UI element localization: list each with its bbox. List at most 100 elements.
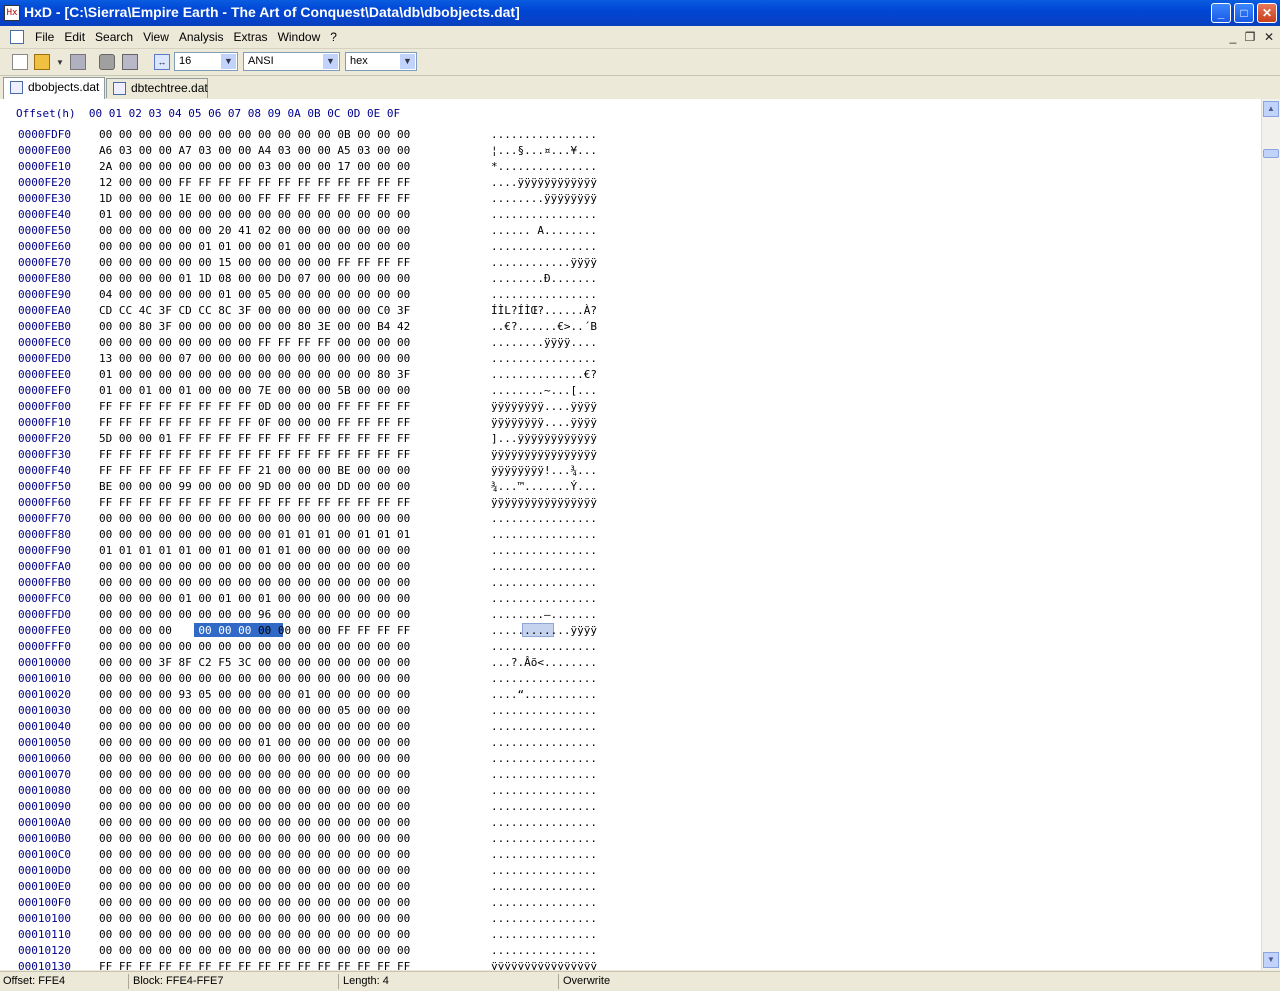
scroll-up-icon[interactable]: ▲	[1263, 101, 1279, 117]
row-ascii[interactable]: ................	[491, 864, 597, 877]
row-ascii[interactable]: ........~...[...	[491, 384, 597, 397]
save-icon[interactable]	[70, 54, 86, 70]
row-ascii[interactable]: ................	[491, 640, 597, 653]
row-hex-bytes[interactable]: FF FF FF FF FF FF FF FF 0D 00 00 00 FF F…	[99, 400, 410, 413]
row-ascii[interactable]: ]...ÿÿÿÿÿÿÿÿÿÿÿÿ	[491, 432, 597, 445]
disk-save-icon[interactable]	[122, 54, 138, 70]
row-ascii[interactable]: ..€?......€>..´B	[491, 320, 597, 333]
row-ascii[interactable]: ................	[491, 752, 597, 765]
row-ascii[interactable]: ÿÿÿÿÿÿÿÿÿÿÿÿÿÿÿÿ	[491, 448, 597, 461]
row-hex-bytes[interactable]: 00 00 00 00 00 00 00 00 00 00 00 00 00 0…	[99, 896, 410, 909]
bytes-per-row-select[interactable]: 16 ▼	[174, 52, 238, 71]
row-hex-bytes[interactable]: 01 01 01 01 01 00 01 00 01 01 00 00 00 0…	[99, 544, 410, 557]
row-ascii[interactable]: ........Ð.......	[491, 272, 597, 285]
row-hex-bytes[interactable]: FF FF FF FF FF FF FF FF FF FF FF FF FF F…	[99, 960, 410, 970]
row-hex-bytes[interactable]: A6 03 00 00 A7 03 00 00 A4 03 00 00 A5 0…	[99, 144, 410, 157]
row-ascii[interactable]: ................	[491, 784, 597, 797]
charset-select[interactable]: ANSI ▼	[243, 52, 340, 71]
row-ascii[interactable]: ................	[491, 576, 597, 589]
hxd-app-icon[interactable]: Hx	[4, 5, 20, 21]
row-ascii[interactable]: ...?.Âõ<........	[491, 656, 597, 669]
row-hex-bytes[interactable]: 00 00 00 00 00 00 00 00 00 00 00 00 00 0…	[99, 512, 410, 525]
row-ascii[interactable]: ........–.......	[491, 608, 597, 621]
row-ascii[interactable]: ................	[491, 528, 597, 541]
row-hex-bytes[interactable]: 00 00 00 00 00 00 00 00 00 01 01 01 00 0…	[99, 528, 410, 541]
row-ascii[interactable]: ............ÿÿÿÿ	[491, 256, 597, 269]
row-ascii[interactable]: ................	[491, 912, 597, 925]
row-ascii[interactable]: ................	[491, 800, 597, 813]
row-hex-bytes[interactable]: 00 00 00 00 00 00 00 00 00 00 00 00 00 0…	[99, 752, 410, 765]
chevron-down-icon[interactable]: ▼	[400, 54, 415, 69]
minimize-button[interactable]: _	[1211, 3, 1231, 23]
row-ascii[interactable]: ................	[491, 592, 597, 605]
row-hex-bytes[interactable]: 00 00 00 00 00 00 00 00 00 00 00 00 00 0…	[99, 944, 410, 957]
chevron-down-icon[interactable]: ▼	[56, 58, 64, 67]
row-ascii[interactable]: ÿÿÿÿÿÿÿÿ....ÿÿÿÿ	[491, 400, 597, 413]
row-hex-bytes[interactable]: 00 00 00 00 00 00 15 00 00 00 00 00 FF F…	[99, 256, 410, 269]
menu-item-file[interactable]: File	[30, 30, 59, 44]
open-file-icon[interactable]	[34, 54, 50, 70]
selected-bytes[interactable]: 00 00 00 00	[178, 624, 251, 637]
row-hex-bytes[interactable]: 00 00 00 00 00 00 00 00 96 00 00 00 00 0…	[99, 608, 410, 621]
row-hex-bytes[interactable]: 00 00 00 00 00 00 00 00 00 00 00 00 0B 0…	[99, 128, 410, 141]
row-ascii[interactable]: ........ÿÿÿÿÿÿÿÿ	[491, 192, 597, 205]
mdi-restore-button[interactable]: ❐	[1243, 30, 1257, 44]
row-hex-bytes[interactable]: 00 00 00 00 00 00 00 00 00 00 00 00 00 0…	[99, 768, 410, 781]
chevron-down-icon[interactable]: ▼	[221, 54, 236, 69]
row-hex-bytes[interactable]: 00 00 00 00 00 00 00 00 00 00 00 00 00 0…	[99, 576, 410, 589]
row-ascii[interactable]: ÿÿÿÿÿÿÿÿ....ÿÿÿÿ	[491, 416, 597, 429]
row-ascii[interactable]: ................	[491, 240, 597, 253]
row-hex-bytes[interactable]: 13 00 00 00 07 00 00 00 00 00 00 00 00 0…	[99, 352, 410, 365]
row-hex-bytes[interactable]: 04 00 00 00 00 00 01 00 05 00 00 00 00 0…	[99, 288, 410, 301]
row-hex-bytes[interactable]: 01 00 01 00 01 00 00 00 7E 00 00 00 5B 0…	[99, 384, 410, 397]
row-hex-bytes[interactable]: 00 00 00 00 00 00 00 00 00 00 00 00 00 0…	[99, 784, 410, 797]
row-hex-bytes[interactable]: 00 00 00 00 00 00 00 00 00 00 00 00 00 0…	[99, 672, 410, 685]
tab-dbobjects[interactable]: dbobjects.dat	[3, 77, 105, 99]
mdi-minimize-button[interactable]: _	[1226, 30, 1240, 44]
row-hex-bytes[interactable]: FF FF FF FF FF FF FF FF FF FF FF FF FF F…	[99, 496, 410, 509]
row-hex-bytes[interactable]: CD CC 4C 3F CD CC 8C 3F 00 00 00 00 00 0…	[99, 304, 410, 317]
row-hex-bytes[interactable]: FF FF FF FF FF FF FF FF 0F 00 00 00 FF F…	[99, 416, 410, 429]
row-hex-bytes[interactable]: 01 00 00 00 00 00 00 00 00 00 00 00 00 0…	[99, 208, 410, 221]
menu-item-search[interactable]: Search	[90, 30, 138, 44]
row-ascii[interactable]: ................	[491, 832, 597, 845]
mdi-close-button[interactable]: ✕	[1262, 30, 1276, 44]
row-ascii[interactable]: ................	[491, 544, 597, 557]
row-hex-bytes[interactable]: 00 00 00 00 00 00 00 00 01 00 00 00 00 0…	[99, 736, 410, 749]
disk-icon[interactable]	[99, 54, 115, 70]
row-ascii[interactable]: ................	[491, 208, 597, 221]
columns-icon[interactable]: ↔	[154, 54, 170, 70]
row-hex-bytes[interactable]: 00 00 00 00 00 00 00 00 00 00 00 00 00 0…	[99, 912, 410, 925]
row-hex-bytes[interactable]: FF FF FF FF FF FF FF FF FF FF FF FF FF F…	[99, 448, 410, 461]
row-ascii[interactable]: ................	[491, 352, 597, 365]
row-ascii[interactable]: ................	[491, 736, 597, 749]
row-ascii[interactable]: ................	[491, 720, 597, 733]
row-hex-bytes[interactable]: 5D 00 00 01 FF FF FF FF FF FF FF FF FF F…	[99, 432, 410, 445]
row-ascii[interactable]: ...... A........	[491, 224, 597, 237]
row-hex-bytes[interactable]: 12 00 00 00 FF FF FF FF FF FF FF FF FF F…	[99, 176, 410, 189]
row-hex-bytes[interactable]: 00 00 80 3F 00 00 00 00 00 00 80 3E 00 0…	[99, 320, 410, 333]
row-hex-bytes[interactable]: BE 00 00 00 99 00 00 00 9D 00 00 00 DD 0…	[99, 480, 410, 493]
row-hex-bytes[interactable]: 00 00 00 00 00 00 00 00 00 00 00 00 00 0…	[99, 800, 410, 813]
row-hex-bytes[interactable]: 01 00 00 00 00 00 00 00 00 00 00 00 00 0…	[99, 368, 410, 381]
row-ascii[interactable]: ........ÿÿÿÿ....	[491, 336, 597, 349]
close-button[interactable]: ✕	[1257, 3, 1277, 23]
row-ascii[interactable]: ÍÌL?ÍÌŒ?......À?	[491, 304, 597, 317]
row-ascii[interactable]: ............ÿÿÿÿ	[491, 624, 597, 637]
row-hex-bytes[interactable]: 00 00 00 00 00 00 00 00 00 00 00 00 00 0…	[99, 864, 410, 877]
row-hex-bytes[interactable]: 00 00 00 00 00 00 00 00 00 00 00 00 00 0…	[99, 560, 410, 573]
row-hex-bytes[interactable]: 00 00 00 00 01 00 01 00 01 00 00 00 00 0…	[99, 592, 410, 605]
menu-item-view[interactable]: View	[138, 30, 174, 44]
menu-item-analysis[interactable]: Analysis	[174, 30, 229, 44]
row-ascii[interactable]: ¾...™.......Ý...	[491, 480, 597, 493]
row-ascii[interactable]: ................	[491, 848, 597, 861]
menu-item-window[interactable]: Window	[273, 30, 326, 44]
tab-dbtechtree[interactable]: dbtechtree.dat	[106, 78, 208, 98]
menu-item-edit[interactable]: Edit	[59, 30, 90, 44]
row-ascii[interactable]: ÿÿÿÿÿÿÿÿ!...¾...	[491, 464, 597, 477]
row-ascii[interactable]: ................	[491, 128, 597, 141]
new-file-icon[interactable]	[12, 54, 28, 70]
row-ascii[interactable]: ................	[491, 672, 597, 685]
row-hex-bytes[interactable]: 00 00 00 00 00 00 00 00 00 00 00 00 FF F…	[99, 624, 410, 637]
row-hex-bytes[interactable]: FF FF FF FF FF FF FF FF 21 00 00 00 BE 0…	[99, 464, 410, 477]
